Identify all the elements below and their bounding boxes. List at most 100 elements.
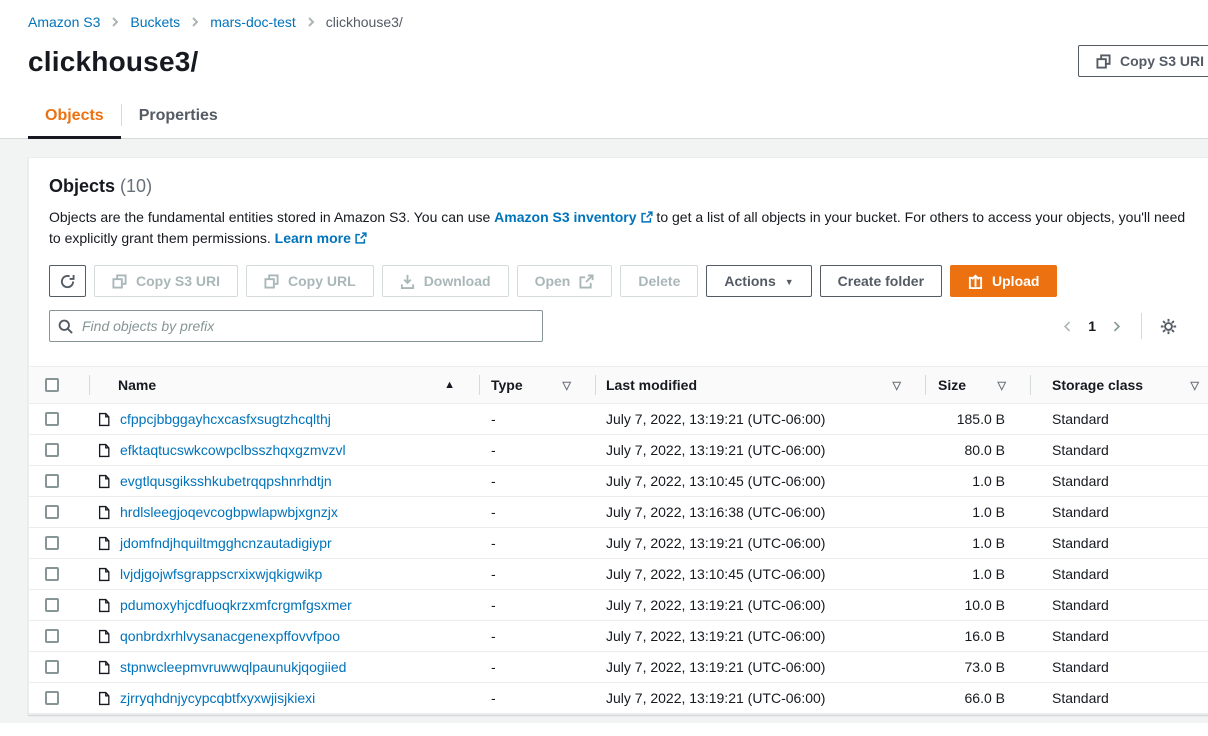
copy-s3-uri-header-button[interactable]: Copy S3 URI	[1078, 45, 1208, 77]
upload-button[interactable]: Upload	[950, 265, 1057, 297]
table-body: cfppcjbbggayhcxcasfxsugtzhcqlthj - July …	[29, 404, 1208, 714]
description-text-1: Objects are the fundamental entities sto…	[49, 209, 494, 225]
object-type: -	[479, 435, 595, 465]
content-area: Objects (10) Objects are the fundamental…	[0, 139, 1208, 723]
chevron-right-icon	[1110, 320, 1123, 333]
refresh-button[interactable]	[49, 265, 86, 297]
file-icon	[97, 536, 111, 551]
external-link-icon	[355, 232, 367, 244]
row-checkbox[interactable]	[45, 660, 59, 674]
object-name-link[interactable]: qonbrdxrhlvysanacgenexpffovvfpoo	[120, 628, 340, 644]
column-header-storage-class[interactable]: Storage class ▽	[1030, 367, 1208, 403]
amazon-s3-inventory-link[interactable]: Amazon S3 inventory	[494, 209, 652, 225]
copy-s3-uri-button[interactable]: Copy S3 URI	[94, 265, 238, 297]
column-header-last-modified[interactable]: Last modified ▽	[595, 367, 925, 403]
search-input[interactable]	[80, 317, 534, 335]
object-storage-class: Standard	[1030, 683, 1208, 713]
object-name-link[interactable]: cfppcjbbggayhcxcasfxsugtzhcqlthj	[120, 411, 331, 427]
breadcrumb-bucket-name[interactable]: mars-doc-test	[210, 14, 296, 30]
create-folder-button[interactable]: Create folder	[820, 265, 942, 297]
object-type: -	[479, 621, 595, 651]
object-name-link[interactable]: stpnwcleepmvruwwqlpaunukjqogiied	[120, 659, 346, 675]
column-header-name-label: Name	[118, 377, 156, 393]
breadcrumb-separator-icon	[110, 17, 120, 27]
download-button[interactable]: Download	[382, 265, 509, 297]
object-storage-class: Standard	[1030, 621, 1208, 651]
row-checkbox[interactable]	[45, 598, 59, 612]
row-checkbox[interactable]	[45, 567, 59, 581]
objects-panel: Objects (10) Objects are the fundamental…	[28, 157, 1208, 715]
sort-ascending-icon[interactable]: ▲	[444, 379, 479, 391]
breadcrumb-buckets[interactable]: Buckets	[130, 14, 180, 30]
column-header-name[interactable]: Name ▲	[89, 367, 479, 403]
object-size: 1.0 B	[925, 497, 1030, 527]
object-size: 16.0 B	[925, 621, 1030, 651]
learn-more-link-label: Learn more	[275, 230, 351, 246]
caret-down-icon: ▼	[785, 278, 794, 287]
row-checkbox[interactable]	[45, 505, 59, 519]
object-name-link[interactable]: zjrryqhdnjycypcqbtfxyxwjisjkiexi	[120, 690, 315, 706]
external-link-icon	[641, 211, 653, 223]
page-title: clickhouse3/	[28, 46, 198, 78]
select-all-checkbox[interactable]	[45, 378, 59, 392]
object-name-link[interactable]: evgtlqusgiksshkubetrqqpshnrhdtjn	[120, 473, 332, 489]
object-name-link[interactable]: efktaqtucswkcowpclbsszhqxgzmvzvl	[120, 442, 346, 458]
chevron-left-icon	[1061, 320, 1074, 333]
object-name-link[interactable]: jdomfndjhquiltmgghcnzautadigiypr	[120, 535, 332, 551]
row-checkbox[interactable]	[45, 691, 59, 705]
preferences-button[interactable]	[1156, 314, 1181, 339]
s3-console-window: Amazon S3 Buckets mars-doc-test clickhou…	[0, 0, 1208, 736]
row-checkbox[interactable]	[45, 629, 59, 643]
tab-objects[interactable]: Objects	[28, 98, 121, 139]
file-icon	[97, 660, 111, 675]
row-checkbox[interactable]	[45, 412, 59, 426]
objects-toolbar: Copy S3 URI Copy URL Download Open	[49, 265, 1203, 297]
object-size: 185.0 B	[925, 404, 1030, 434]
tab-properties-label: Properties	[139, 107, 218, 125]
file-icon	[97, 567, 111, 582]
file-icon	[97, 412, 111, 427]
object-type: -	[479, 652, 595, 682]
table-row: stpnwcleepmvruwwqlpaunukjqogiied - July …	[29, 652, 1208, 683]
object-last-modified: July 7, 2022, 13:16:38 (UTC-06:00)	[595, 497, 925, 527]
gear-icon	[1160, 318, 1177, 335]
copy-url-button[interactable]: Copy URL	[246, 265, 374, 297]
create-folder-label: Create folder	[838, 273, 924, 289]
row-checkbox[interactable]	[45, 474, 59, 488]
learn-more-link[interactable]: Learn more	[275, 230, 367, 246]
sort-icon[interactable]: ▽	[563, 379, 595, 392]
breadcrumb-amazon-s3[interactable]: Amazon S3	[28, 14, 100, 30]
row-checkbox[interactable]	[45, 536, 59, 550]
column-header-size[interactable]: Size ▽	[925, 367, 1030, 403]
object-size: 1.0 B	[925, 528, 1030, 558]
file-icon	[97, 691, 111, 706]
object-name-link[interactable]: pdumoxyhjcdfuoqkrzxmfcrgmfgsxmer	[120, 597, 352, 613]
object-last-modified: July 7, 2022, 13:19:21 (UTC-06:00)	[595, 528, 925, 558]
object-last-modified: July 7, 2022, 13:19:21 (UTC-06:00)	[595, 683, 925, 713]
sort-icon[interactable]: ▽	[893, 379, 925, 392]
object-name-link[interactable]: hrdlsleegjoqevcogbpwlapwbjxgnzjx	[120, 504, 338, 520]
tab-bar: Objects Properties	[0, 98, 1208, 139]
column-header-type-label: Type	[491, 377, 523, 393]
objects-panel-title: Objects	[49, 176, 115, 196]
object-last-modified: July 7, 2022, 13:19:21 (UTC-06:00)	[595, 435, 925, 465]
upload-icon	[968, 274, 983, 289]
actions-dropdown-button[interactable]: Actions ▼	[706, 265, 811, 297]
copy-s3-uri-header-label: Copy S3 URI	[1120, 53, 1204, 69]
tab-objects-label: Objects	[45, 107, 104, 125]
amazon-s3-inventory-link-label: Amazon S3 inventory	[494, 209, 636, 225]
open-button[interactable]: Open	[517, 265, 613, 297]
copy-icon	[112, 274, 127, 289]
previous-page-button[interactable]	[1057, 316, 1078, 337]
sort-icon[interactable]: ▽	[1191, 379, 1208, 392]
table-row: hrdlsleegjoqevcogbpwlapwbjxgnzjx - July …	[29, 497, 1208, 528]
column-header-type[interactable]: Type ▽	[479, 367, 595, 403]
sort-icon[interactable]: ▽	[998, 379, 1030, 392]
object-name-link[interactable]: lvjdjgojwfsgrappscrxixwjqkigwikp	[120, 566, 322, 582]
tab-properties[interactable]: Properties	[122, 98, 235, 139]
row-checkbox[interactable]	[45, 443, 59, 457]
table-row: jdomfndjhquiltmgghcnzautadigiypr - July …	[29, 528, 1208, 559]
page-header: Amazon S3 Buckets mars-doc-test clickhou…	[0, 0, 1208, 78]
next-page-button[interactable]	[1106, 316, 1127, 337]
delete-button[interactable]: Delete	[620, 265, 698, 297]
